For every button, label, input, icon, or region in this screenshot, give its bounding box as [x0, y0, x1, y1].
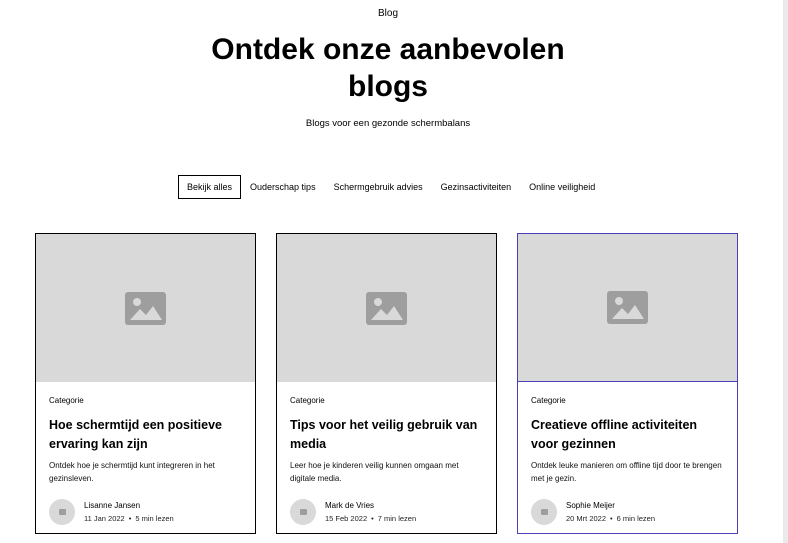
- card-image[interactable]: [277, 234, 496, 382]
- category-tabs: Bekijk alles Ouderschap tips Schermgebru…: [178, 175, 604, 199]
- card-author-row: Lisanne Jansen 11 Jan 2022 • 5 min lezen: [49, 499, 242, 525]
- blog-card[interactable]: Categorie Tips voor het veilig gebruik v…: [276, 233, 497, 534]
- avatar-placeholder-icon: [540, 509, 548, 515]
- card-author-row: Sophie Meijer 20 Mrt 2022 • 6 min lezen: [531, 499, 724, 525]
- avatar: [49, 499, 75, 525]
- tab-online-veiligheid[interactable]: Online veiligheid: [520, 176, 604, 198]
- post-meta: 20 Mrt 2022 • 6 min lezen: [566, 514, 655, 523]
- card-title[interactable]: Creatieve offline activiteiten voor gezi…: [531, 416, 724, 454]
- meta-separator: •: [128, 514, 132, 523]
- tab-ouderschap-tips[interactable]: Ouderschap tips: [241, 176, 325, 198]
- blog-card[interactable]: Categorie Creatieve offline activiteiten…: [517, 233, 738, 534]
- post-date: 11 Jan 2022: [84, 514, 125, 523]
- card-description: Leer hoe je kinderen veilig kunnen omgaa…: [290, 461, 459, 483]
- read-time: 6 min lezen: [616, 514, 656, 523]
- card-category: Categorie: [531, 396, 566, 405]
- section-tagline: Blog: [377, 8, 398, 19]
- author-name: Lisanne Jansen: [84, 501, 141, 510]
- page-scrollbar[interactable]: [783, 0, 788, 543]
- tab-gezinsactiviteiten[interactable]: Gezinsactiviteiten: [432, 176, 521, 198]
- avatar-placeholder-icon: [299, 509, 307, 515]
- image-placeholder-icon: [607, 291, 648, 324]
- meta-separator: •: [371, 514, 374, 523]
- blog-card[interactable]: Categorie Hoe schermtijd een positieve e…: [35, 233, 256, 534]
- image-placeholder-icon: [366, 291, 407, 325]
- avatar: [531, 499, 557, 525]
- page-subtitle: Blogs voor een gezonde schermbalans: [305, 118, 471, 129]
- post-meta: 15 Feb 2022 • 7 min lezen: [325, 514, 416, 523]
- card-description: Ontdek leuke manieren om offline tijd do…: [531, 461, 722, 483]
- meta-separator: •: [610, 514, 613, 523]
- avatar-placeholder-icon: [58, 509, 66, 515]
- tab-bekijk-alles[interactable]: Bekijk alles: [178, 175, 242, 199]
- card-description: Ontdek hoe je schermtijd kunt integreren…: [49, 461, 215, 483]
- read-time: 5 min lezen: [135, 514, 174, 523]
- author-name: Sophie Meijer: [566, 501, 615, 510]
- card-image[interactable]: [518, 234, 737, 382]
- card-title[interactable]: Tips voor het veilig gebruik van media: [290, 416, 483, 454]
- read-time: 7 min lezen: [377, 514, 417, 523]
- card-author-row: Mark de Vries 15 Feb 2022 • 7 min lezen: [290, 499, 483, 525]
- image-placeholder-icon: [125, 291, 166, 325]
- post-date: 15 Feb 2022: [325, 514, 368, 523]
- page-title: Ontdek onze aanbevolen blogs: [211, 33, 565, 103]
- card-image[interactable]: [36, 234, 255, 382]
- card-title[interactable]: Hoe schermtijd een positieve ervaring ka…: [49, 416, 242, 454]
- card-category: Categorie: [49, 396, 84, 405]
- post-meta: 11 Jan 2022 • 5 min lezen: [84, 514, 174, 523]
- avatar: [290, 499, 316, 525]
- tab-schermgebruik-advies[interactable]: Schermgebruik advies: [325, 176, 432, 198]
- author-name: Mark de Vries: [325, 501, 375, 510]
- card-category: Categorie: [290, 396, 325, 405]
- post-date: 20 Mrt 2022: [566, 514, 607, 523]
